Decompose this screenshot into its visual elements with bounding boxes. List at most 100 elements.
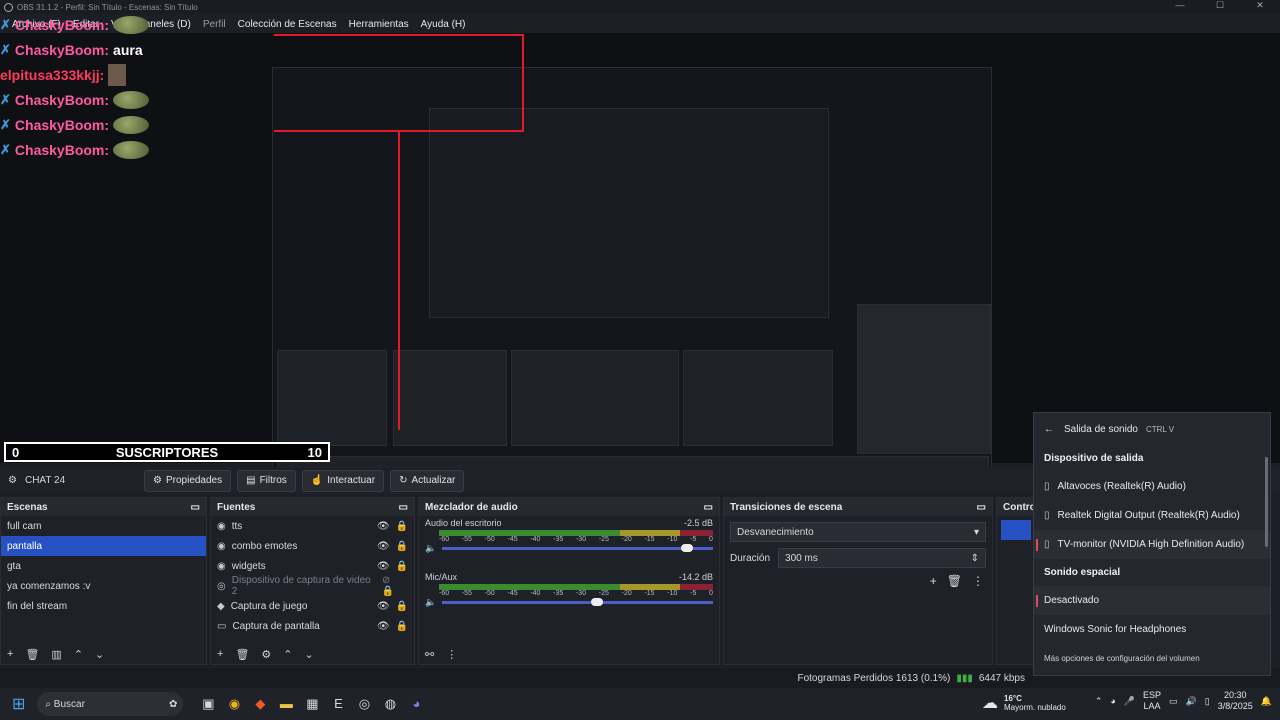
steam-icon[interactable]: ◎	[351, 696, 377, 712]
lock-icon[interactable]: 🔒	[382, 586, 394, 597]
source-item[interactable]: ◎ Dispositivo de captura de video 2 ⊘🔒	[211, 575, 414, 597]
scene-item[interactable]: gta	[1, 556, 206, 576]
menu-tools[interactable]: Herramientas	[349, 19, 409, 30]
epic-games-icon[interactable]: E	[325, 696, 351, 712]
nested-preview	[272, 67, 992, 479]
taskbar-search[interactable]: ⌕ Buscar ✿	[37, 692, 184, 716]
source-item[interactable]: ◉ tts 👁 🔒	[211, 516, 414, 536]
chevron-up-icon[interactable]: ⌃	[283, 648, 292, 661]
scrollbar[interactable]	[1265, 457, 1268, 547]
controls-dock: Control	[996, 497, 1039, 665]
taskbar: ⊞ ⌕ Buscar ✿ ▣ ◉ ◆ ▬ ▦ E ◎ ◍ ◕	[0, 688, 1280, 720]
scene-item[interactable]: full cam	[1, 516, 206, 536]
store-icon[interactable]: ▦	[299, 696, 325, 712]
scene-item[interactable]: pantalla	[1, 536, 206, 556]
mic-icon[interactable]: 🎤	[1124, 696, 1135, 707]
sword-badge-icon: ✗	[0, 41, 11, 57]
filter-icon[interactable]: ▥	[51, 648, 61, 661]
output-device-item[interactable]: ▯ Realtek Digital Output (Realtek(R) Audi…	[1034, 501, 1270, 530]
scene-item[interactable]: fin del stream	[1, 596, 206, 616]
dock-menu-icon[interactable]: ▭	[191, 502, 200, 513]
clock[interactable]: 20:30 3/8/2025	[1218, 690, 1253, 712]
speaker-device-icon: ▯	[1044, 539, 1050, 550]
more-icon[interactable]: ⋮	[446, 648, 457, 661]
chrome-icon[interactable]: ◉	[221, 696, 247, 712]
search-icon: ⌕	[45, 698, 52, 710]
menu-help[interactable]: Ayuda (H)	[421, 19, 466, 30]
eye-icon[interactable]: 👁	[377, 521, 390, 532]
brave-icon[interactable]: ◆	[247, 696, 273, 712]
language-indicator[interactable]: ESP LAA	[1143, 690, 1161, 712]
obs-icon[interactable]: ◍	[377, 696, 403, 712]
eye-icon[interactable]: 👁	[377, 621, 390, 632]
duration-input[interactable]: 300 ms ⇕	[778, 548, 986, 568]
source-item[interactable]: ▭ Captura de pantalla 👁 🔒	[211, 616, 414, 636]
eye-hidden-icon[interactable]: ⊘	[382, 575, 390, 586]
output-device-item[interactable]: ▯ TV-monitor (NVIDIA High Definition Audi…	[1034, 530, 1270, 559]
meter-ticks: -60 -55 -50 -45 -40 -35 -30 -25 -20 -15 -10 -5 0	[439, 590, 713, 597]
maximize-button[interactable]: ☐	[1200, 0, 1240, 11]
lock-icon[interactable]: 🔒	[396, 521, 408, 532]
lock-icon[interactable]: 🔒	[396, 541, 408, 552]
task-view-icon[interactable]: ▣	[195, 696, 221, 712]
filters-button[interactable]: ▤ Filtros	[237, 469, 296, 492]
eye-icon[interactable]: 👁	[377, 541, 390, 552]
chevron-up-icon[interactable]: ⌃	[74, 648, 83, 661]
spatial-sound-item[interactable]: Windows Sonic for Headphones	[1034, 615, 1270, 644]
volume-slider[interactable]	[442, 598, 713, 606]
volume-slider[interactable]	[442, 544, 713, 552]
eye-icon[interactable]: 👁	[377, 561, 390, 572]
interact-button[interactable]: ☝ Interactuar	[301, 469, 385, 492]
more-volume-settings-link[interactable]: Más opciones de configuración del volume…	[1034, 644, 1270, 673]
discord-tray-icon[interactable]: ◕	[1110, 696, 1115, 706]
gear-icon[interactable]: ⚙	[261, 648, 271, 661]
add-icon[interactable]: +	[930, 574, 937, 588]
discord-icon[interactable]: ◕	[403, 696, 429, 712]
transition-select[interactable]: Desvanecimiento ▾	[730, 522, 986, 542]
speaker-icon[interactable]: 🔈	[425, 543, 436, 554]
chat-line: ✗ ChaskyBoom:	[0, 87, 150, 112]
chevron-up-icon[interactable]: ⌃	[1095, 696, 1103, 707]
notification-bell-icon[interactable]: 🔔	[1261, 696, 1272, 707]
menu-scene-collection[interactable]: Colección de Escenas	[238, 19, 337, 30]
properties-button[interactable]: ⚙ Propiedades	[144, 469, 232, 492]
speaker-icon[interactable]: 🔈	[425, 597, 436, 608]
eye-icon[interactable]: 👁	[377, 601, 390, 612]
lock-icon[interactable]: 🔒	[396, 621, 408, 632]
add-icon[interactable]: +	[7, 648, 13, 660]
scene-item[interactable]: ya comenzamos :v	[1, 576, 206, 596]
battery-icon[interactable]: ▯	[1205, 696, 1210, 707]
trash-icon[interactable]: 🗑	[25, 648, 39, 661]
user-avatar	[108, 63, 127, 86]
lock-icon[interactable]: 🔒	[396, 601, 408, 612]
chevron-down-icon[interactable]: ⌄	[95, 648, 104, 661]
start-streaming-button[interactable]	[1001, 520, 1031, 540]
trash-icon[interactable]: 🗑	[947, 574, 962, 588]
close-button[interactable]: ✕	[1240, 0, 1280, 11]
minimize-button[interactable]: —	[1160, 0, 1200, 11]
chevron-down-icon[interactable]: ⌄	[305, 648, 314, 661]
network-icon[interactable]: ▭	[1169, 696, 1178, 707]
dock-menu-icon[interactable]: ▭	[977, 502, 986, 513]
lock-icon[interactable]: 🔒	[396, 561, 408, 572]
preview-canvas[interactable]	[0, 33, 1280, 479]
more-icon[interactable]: ⋮	[972, 574, 984, 588]
refresh-button[interactable]: ↻ Actualizar	[390, 469, 465, 492]
source-item[interactable]: ◉ combo emotes 👁 🔒	[211, 536, 414, 556]
source-item[interactable]: ◆ Captura de juego 👁 🔒	[211, 596, 414, 616]
stepper-icon[interactable]: ⇕	[971, 553, 979, 564]
folder-icon[interactable]: ▬	[273, 696, 299, 712]
add-icon[interactable]: +	[217, 648, 223, 660]
weather-widget[interactable]: ☁ 16°C Mayorm. nublado	[982, 693, 1066, 713]
menu-profile[interactable]: Perfil	[203, 19, 226, 30]
back-arrow-icon[interactable]: ←	[1044, 424, 1054, 435]
link-icon[interactable]: ⚯	[425, 648, 434, 661]
trash-icon[interactable]: 🗑	[235, 648, 249, 661]
source-item[interactable]: ◉ widgets 👁 🔒	[211, 556, 414, 576]
spatial-sound-item[interactable]: Desactivado	[1034, 586, 1270, 615]
output-device-item[interactable]: ▯ Altavoces (Realtek(R) Audio)	[1034, 472, 1270, 501]
volume-icon[interactable]: 🔊	[1186, 696, 1197, 707]
dock-menu-icon[interactable]: ▭	[704, 502, 713, 513]
windows-start-icon[interactable]: ⊞	[12, 694, 25, 714]
dock-menu-icon[interactable]: ▭	[399, 502, 408, 513]
